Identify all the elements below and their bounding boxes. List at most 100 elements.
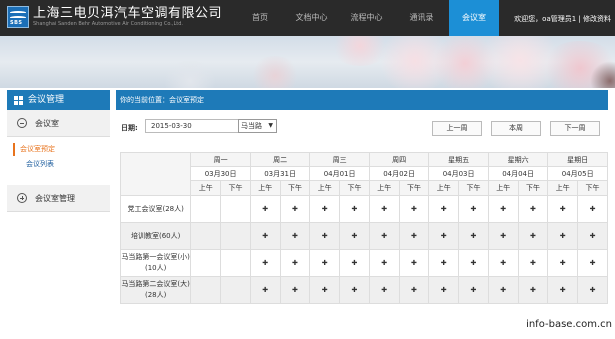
sidebar-section-room-management[interactable]: 会议室管理 bbox=[7, 185, 110, 212]
this-week-button[interactable]: 本周 bbox=[491, 121, 541, 136]
nav-workflow[interactable]: 流程中心 bbox=[339, 0, 394, 36]
day-name-header: 周三 bbox=[309, 152, 370, 167]
book-slot-plus-icon[interactable]: ✚ bbox=[279, 249, 311, 277]
pm-header: 下午 bbox=[577, 180, 608, 196]
book-slot-plus-icon[interactable]: ✚ bbox=[428, 249, 460, 277]
day-name-header: 周二 bbox=[249, 152, 311, 167]
book-slot-plus-icon[interactable]: ✚ bbox=[249, 276, 281, 304]
book-slot-plus-icon[interactable]: ✚ bbox=[309, 195, 341, 223]
book-slot-plus-icon[interactable]: ✚ bbox=[517, 195, 549, 223]
day-date-header: 04月01日 bbox=[309, 166, 370, 181]
book-slot-plus-icon[interactable]: ✚ bbox=[517, 222, 549, 250]
book-slot-plus-icon[interactable]: ✚ bbox=[339, 222, 370, 250]
book-slot-plus-icon[interactable]: ✚ bbox=[577, 276, 608, 304]
book-slot-plus-icon[interactable]: ✚ bbox=[487, 249, 519, 277]
book-slot-plus-icon[interactable]: ✚ bbox=[368, 195, 400, 223]
pm-header: 下午 bbox=[458, 180, 489, 196]
nav-contacts[interactable]: 通讯录 bbox=[394, 0, 449, 36]
company-logo[interactable]: SBS 上海三电贝洱汽车空调有限公司 Shanghai Sanden Behr … bbox=[7, 6, 222, 28]
table-row: 马当路第一会议室(小)(10人) ✚ ✚ ✚ ✚ ✚ ✚ ✚ ✚ ✚ ✚ ✚ ✚ bbox=[119, 249, 608, 277]
book-slot-plus-icon[interactable]: ✚ bbox=[547, 195, 579, 223]
book-slot-plus-icon[interactable]: ✚ bbox=[547, 222, 579, 250]
book-slot-plus-icon[interactable]: ✚ bbox=[368, 222, 400, 250]
nav-documents[interactable]: 文档中心 bbox=[284, 0, 339, 36]
prev-week-button[interactable]: 上一周 bbox=[432, 121, 482, 136]
date-input[interactable] bbox=[145, 119, 249, 133]
sidebar-item-room-booking[interactable]: 会议室预定 bbox=[13, 143, 110, 156]
book-slot-plus-icon[interactable]: ✚ bbox=[487, 195, 519, 223]
company-name: 上海三电贝洱汽车空调有限公司 bbox=[33, 5, 223, 21]
book-slot-plus-icon[interactable]: ✚ bbox=[309, 276, 341, 304]
company-name-en: Shanghai Sanden Behr Automotive Air Cond… bbox=[33, 20, 183, 27]
day-date-header: 04月03日 bbox=[428, 166, 489, 181]
book-slot-plus-icon[interactable]: ✚ bbox=[398, 276, 430, 304]
room-name: 培训教室(60人) bbox=[119, 222, 192, 250]
book-slot-plus-icon[interactable]: ✚ bbox=[458, 276, 489, 304]
location-select[interactable]: 马当路 ▼ bbox=[238, 119, 277, 133]
pm-header: 下午 bbox=[339, 180, 370, 196]
day-name-header: 周四 bbox=[368, 152, 430, 167]
book-slot-plus-icon[interactable]: ✚ bbox=[368, 276, 400, 304]
book-slot-plus-icon[interactable]: ✚ bbox=[577, 222, 608, 250]
day-name-header: 星期五 bbox=[428, 152, 489, 167]
sidebar-items: 会议室预定 会议列表 bbox=[7, 137, 110, 185]
book-slot-plus-icon[interactable]: ✚ bbox=[428, 222, 460, 250]
pm-header: 下午 bbox=[517, 180, 549, 196]
pm-header: 下午 bbox=[220, 180, 251, 196]
book-slot-plus-icon[interactable]: ✚ bbox=[547, 249, 579, 277]
book-slot-plus-icon[interactable]: ✚ bbox=[309, 222, 341, 250]
book-slot-plus-icon[interactable]: ✚ bbox=[279, 276, 311, 304]
book-slot-plus-icon[interactable]: ✚ bbox=[428, 276, 460, 304]
top-header: SBS 上海三电贝洱汽车空调有限公司 Shanghai Sanden Behr … bbox=[0, 0, 615, 36]
book-slot-plus-icon[interactable]: ✚ bbox=[517, 249, 549, 277]
book-slot-plus-icon[interactable]: ✚ bbox=[309, 249, 341, 277]
book-slot-plus-icon[interactable]: ✚ bbox=[458, 222, 489, 250]
sidebar-title: 会议管理 bbox=[28, 95, 65, 105]
nav-home[interactable]: 首页 bbox=[236, 0, 284, 36]
date-label: 日期: bbox=[121, 124, 138, 132]
user-info[interactable]: 欢迎您，oa管理员1 | 修改资料 bbox=[514, 0, 611, 36]
day-date-header: 03月30日 bbox=[190, 166, 251, 181]
nav-meeting-room[interactable]: 会议室 bbox=[449, 0, 499, 36]
book-slot-plus-icon[interactable]: ✚ bbox=[368, 249, 400, 277]
book-slot-plus-icon[interactable]: ✚ bbox=[339, 195, 370, 223]
book-slot-plus-icon[interactable]: ✚ bbox=[458, 195, 489, 223]
am-header: 上午 bbox=[428, 180, 460, 196]
book-slot-plus-icon[interactable]: ✚ bbox=[458, 249, 489, 277]
pm-header: 下午 bbox=[398, 180, 430, 196]
sidebar: 会议管理 会议室 会议室预定 会议列表 会议室管理 bbox=[7, 90, 110, 212]
book-slot-plus-icon[interactable]: ✚ bbox=[339, 249, 370, 277]
toolbar: 日期: 马当路 ▼ 上一周 本周 下一周 bbox=[116, 110, 608, 144]
book-slot-plus-icon[interactable]: ✚ bbox=[487, 222, 519, 250]
day-name-header: 周一 bbox=[190, 152, 251, 167]
book-slot-plus-icon[interactable]: ✚ bbox=[398, 222, 430, 250]
book-slot-plus-icon[interactable]: ✚ bbox=[398, 249, 430, 277]
sidebar-item-meeting-list[interactable]: 会议列表 bbox=[7, 158, 110, 171]
day-date-header: 04月05日 bbox=[547, 166, 608, 181]
sidebar-header: 会议管理 bbox=[7, 90, 110, 110]
book-slot-plus-icon[interactable]: ✚ bbox=[577, 249, 608, 277]
book-slot-plus-icon[interactable]: ✚ bbox=[517, 276, 549, 304]
book-slot-plus-icon[interactable]: ✚ bbox=[249, 195, 281, 223]
book-slot-plus-icon[interactable]: ✚ bbox=[339, 276, 370, 304]
room-name: 党工会议室(28人) bbox=[119, 195, 192, 223]
book-slot-plus-icon[interactable]: ✚ bbox=[577, 195, 608, 223]
empty-slot bbox=[220, 222, 251, 250]
book-slot-plus-icon[interactable]: ✚ bbox=[249, 222, 281, 250]
watermark: info-base.com.cn bbox=[526, 319, 612, 330]
book-slot-plus-icon[interactable]: ✚ bbox=[547, 276, 579, 304]
am-header: 上午 bbox=[368, 180, 400, 196]
book-slot-plus-icon[interactable]: ✚ bbox=[279, 222, 311, 250]
day-date-header: 03月31日 bbox=[249, 166, 311, 181]
grid-icon bbox=[14, 95, 23, 105]
book-slot-plus-icon[interactable]: ✚ bbox=[249, 249, 281, 277]
book-slot-plus-icon[interactable]: ✚ bbox=[279, 195, 311, 223]
book-slot-plus-icon[interactable]: ✚ bbox=[398, 195, 430, 223]
sidebar-section-meeting-room[interactable]: 会议室 bbox=[7, 110, 110, 137]
next-week-button[interactable]: 下一周 bbox=[550, 121, 600, 136]
day-name-header: 星期六 bbox=[487, 152, 549, 167]
pm-header: 下午 bbox=[279, 180, 311, 196]
book-slot-plus-icon[interactable]: ✚ bbox=[487, 276, 519, 304]
book-slot-plus-icon[interactable]: ✚ bbox=[428, 195, 460, 223]
main-nav: 首页 文档中心 流程中心 通讯录 会议室 bbox=[236, 0, 499, 36]
